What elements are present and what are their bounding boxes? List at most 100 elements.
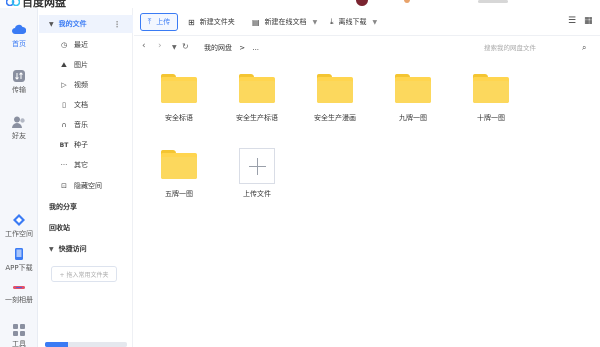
upload-file-tile[interactable]: 上传文件 <box>218 148 296 199</box>
forward-icon[interactable]: › <box>158 41 162 51</box>
sidebar-item-torrents[interactable]: BT 种子 <box>39 136 133 154</box>
refresh-icon[interactable]: ↻ <box>182 42 189 51</box>
caret-down-icon[interactable]: ▼ <box>313 19 318 26</box>
folder-item[interactable]: 十牌一图 <box>452 74 530 123</box>
sidebar-item-label: 我的文件 <box>58 20 87 28</box>
rail-item-friends[interactable]: 好友 <box>0 116 38 141</box>
headphones-icon: ∩ <box>61 121 67 129</box>
folder-item[interactable]: 九牌一图 <box>374 74 452 123</box>
rail-item-tools[interactable]: 工具 <box>0 324 38 347</box>
new-folder-button[interactable]: ⊞ 新建文件夹 <box>188 13 235 31</box>
main-panel: ⤒ 上传 ⊞ 新建文件夹 ▤ 新建在线文档 ▼ ⤓ 离线下载 ▼ ☰ ▦ ‹ ›… <box>134 8 600 347</box>
search-box: ⌕ <box>484 40 594 56</box>
back-icon[interactable]: ‹ <box>142 41 146 51</box>
document-icon: ▯ <box>62 101 66 109</box>
breadcrumb: 我的网盘 > ... <box>204 43 259 53</box>
sidebar-item-my-share[interactable]: 我的分享 <box>39 198 133 216</box>
sidebar-item-label: 音乐 <box>74 121 88 129</box>
offline-download-label: 离线下载 <box>338 18 367 26</box>
sidebar-item-recycle-bin[interactable]: 回收站 <box>39 219 133 237</box>
document-plus-icon: ▤ <box>252 17 260 27</box>
baidu-netdisk-logo-icon <box>6 0 20 6</box>
caret-down-icon[interactable]: ▼ <box>49 246 54 253</box>
folder-plus-icon: ⊞ <box>188 17 195 27</box>
folder-item[interactable]: 安全生产标语 <box>218 74 296 123</box>
file-name: 十牌一图 <box>477 114 505 122</box>
storage-progress-fill <box>45 342 68 347</box>
history-dropdown-icon[interactable]: ▼ <box>172 44 177 51</box>
folder-icon <box>239 74 275 103</box>
file-name: 五牌一图 <box>165 190 193 198</box>
sidebar-item-label: 视频 <box>74 81 88 89</box>
folder-icon <box>395 74 431 103</box>
sort-icon[interactable]: ☰ <box>568 16 576 26</box>
upload-button[interactable]: ⤒ 上传 <box>140 13 178 31</box>
sidebar-item-label: 隐藏空间 <box>74 182 102 190</box>
folder-item[interactable]: 安全标语 <box>140 74 218 123</box>
phone-icon <box>15 248 23 260</box>
album-icon <box>13 286 25 289</box>
upload-icon: ⤒ <box>147 17 152 26</box>
new-online-doc-button[interactable]: ▤ 新建在线文档 ▼ <box>252 13 317 31</box>
address-bar: ‹ › ▼ ↻ 我的网盘 > ... ⌕ <box>134 37 600 59</box>
sidebar-item-label: 我的分享 <box>49 203 77 211</box>
storage-progress-bar <box>45 342 127 347</box>
workspace-icon <box>13 214 25 226</box>
clock-icon: ◷ <box>60 41 68 49</box>
sidebar-item-images[interactable]: ⛰ 图片 <box>39 56 133 74</box>
sidebar-item-quick-access[interactable]: ▼ 快捷访问 <box>39 240 133 258</box>
offline-download-button[interactable]: ⤓ 离线下载 ▼ <box>330 13 377 31</box>
rail-item-home[interactable]: 首页 <box>0 24 38 49</box>
transfer-icon <box>13 70 25 82</box>
folder-icon <box>161 74 197 103</box>
sidebar-item-label: 回收站 <box>49 224 70 232</box>
folder-item[interactable]: 安全生产漫画 <box>296 74 374 123</box>
caret-down-icon[interactable]: ▼ <box>373 19 378 26</box>
vip-badge-icon[interactable] <box>404 0 410 3</box>
sidebar-item-hidden-space[interactable]: ⊡ 隐藏空间 <box>39 177 133 195</box>
sidebar-item-videos[interactable]: ▷ 视频 <box>39 76 133 94</box>
breadcrumb-more[interactable]: ... <box>252 44 259 52</box>
sidebar-item-music[interactable]: ∩ 音乐 <box>39 116 133 134</box>
file-name: 上传文件 <box>243 190 271 198</box>
title-bar-handle <box>478 0 508 3</box>
rail-label: 工作空间 <box>5 230 33 238</box>
file-name: 九牌一图 <box>399 114 427 122</box>
rail-item-workspace[interactable]: 工作空间 <box>0 214 38 239</box>
plus-icon <box>239 148 275 184</box>
lock-icon: ⊡ <box>61 182 67 190</box>
sidebar-item-documents[interactable]: ▯ 文档 <box>39 96 133 114</box>
new-folder-label: 新建文件夹 <box>199 18 235 26</box>
folder-icon <box>161 150 197 179</box>
breadcrumb-separator: > <box>239 44 246 52</box>
rail-label: 一刻相册 <box>5 296 33 304</box>
rail-item-album[interactable]: 一刻相册 <box>0 284 38 305</box>
cloud-icon <box>12 24 26 34</box>
search-icon[interactable]: ⌕ <box>582 43 586 53</box>
friends-icon <box>12 116 25 128</box>
left-rail: 首页 传输 好友 工作空间 APP下载 一刻相册 工具 <box>0 8 38 347</box>
upload-label: 上传 <box>156 18 171 26</box>
play-icon: ▷ <box>61 81 67 89</box>
image-icon: ⛰ <box>61 60 67 69</box>
folder-icon <box>473 74 509 103</box>
sidebar-item-recent[interactable]: ◷ 最近 <box>39 36 133 54</box>
file-name: 安全标语 <box>165 114 193 122</box>
grid-view-icon[interactable]: ▦ <box>584 16 593 26</box>
search-input[interactable] <box>484 44 574 52</box>
toolbar: ⤒ 上传 ⊞ 新建文件夹 ▤ 新建在线文档 ▼ ⤓ 离线下载 ▼ ☰ ▦ <box>134 8 600 36</box>
breadcrumb-root[interactable]: 我的网盘 <box>204 44 232 52</box>
more-vertical-icon[interactable]: ⋮ <box>113 20 121 29</box>
file-name: 安全生产漫画 <box>314 114 356 122</box>
download-icon: ⤓ <box>330 17 334 26</box>
caret-down-icon[interactable]: ▼ <box>49 21 54 28</box>
folder-item[interactable]: 五牌一图 <box>140 150 218 199</box>
sidebar-item-label: 快捷访问 <box>58 245 87 253</box>
file-grid: 安全标语 安全生产标语 安全生产漫画 九牌一图 十牌一图 五牌一图 上传文件 <box>134 60 600 347</box>
sidebar-item-other[interactable]: ··· 其它 <box>39 156 133 174</box>
rail-item-app-download[interactable]: APP下载 <box>0 248 38 273</box>
drop-common-folder-zone[interactable]: + 拖入常用文件夹 <box>51 266 117 282</box>
user-avatar[interactable] <box>356 0 368 6</box>
rail-item-transfer[interactable]: 传输 <box>0 70 38 95</box>
sidebar-item-my-files[interactable]: ▼ 我的文件 ⋮ <box>39 15 133 33</box>
